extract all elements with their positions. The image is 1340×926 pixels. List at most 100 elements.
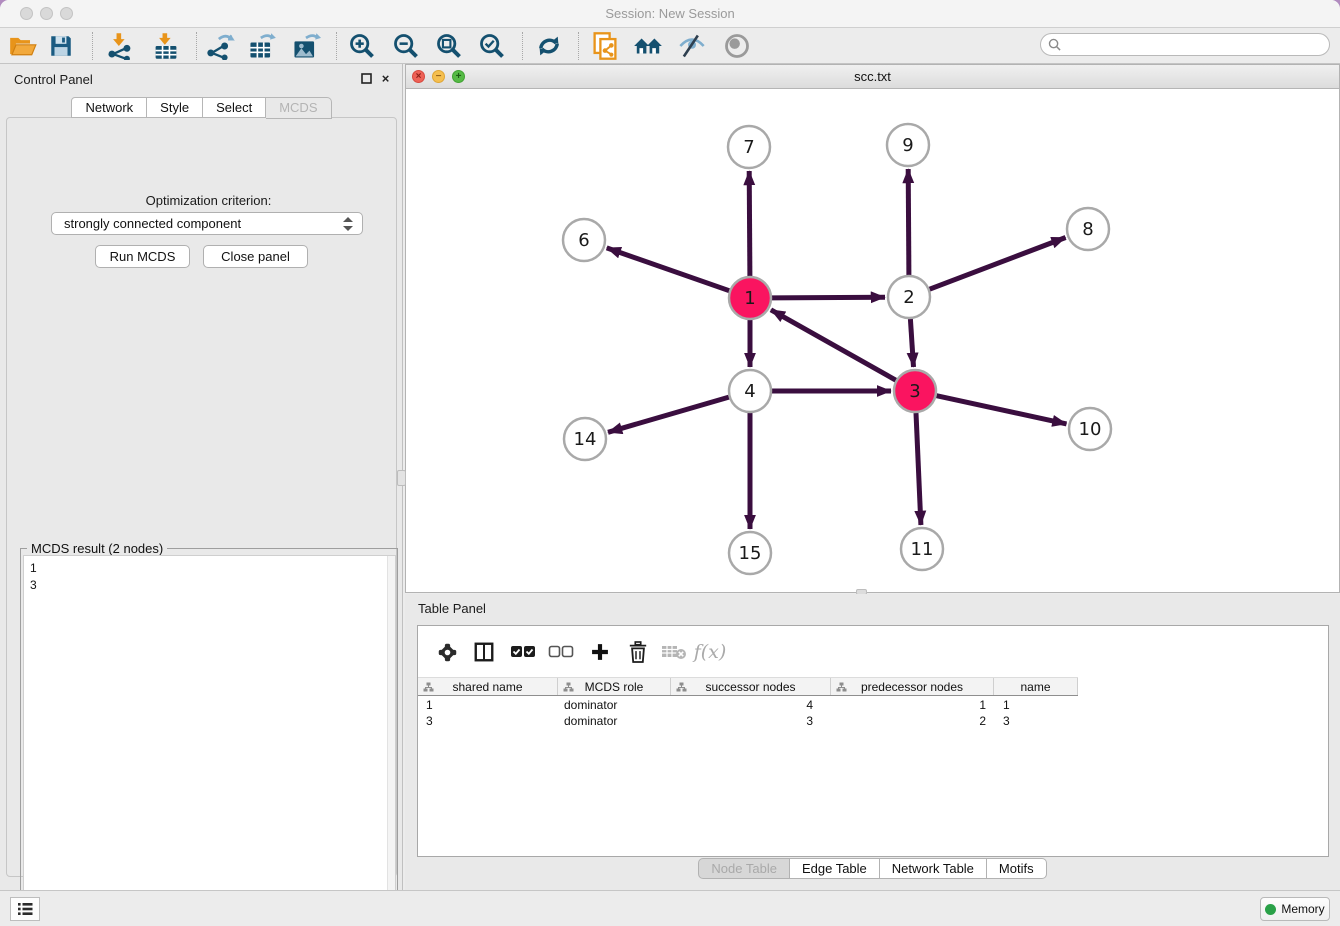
- search-field[interactable]: [1040, 33, 1330, 56]
- split-columns-icon[interactable]: [468, 636, 500, 668]
- mcds-result-title: MCDS result (2 nodes): [27, 541, 167, 556]
- graph-node[interactable]: 1: [729, 277, 771, 319]
- save-session-icon[interactable]: [44, 31, 78, 61]
- graph-node[interactable]: 4: [729, 370, 771, 412]
- table-row[interactable]: 1dominator411: [418, 697, 1328, 713]
- table-cell[interactable]: 1: [994, 697, 1078, 713]
- table-cell[interactable]: dominator: [558, 697, 671, 713]
- add-column-icon[interactable]: [584, 636, 616, 668]
- show-panels-icon[interactable]: [720, 31, 754, 61]
- close-panel-button[interactable]: Close panel: [203, 245, 308, 268]
- optimization-criterion-select[interactable]: strongly connected component: [51, 212, 363, 235]
- float-panel-icon[interactable]: [360, 72, 373, 85]
- table-cell[interactable]: 3: [671, 713, 831, 729]
- select-all-icon[interactable]: [507, 636, 539, 668]
- table-cell[interactable]: dominator: [558, 713, 671, 729]
- graph-node[interactable]: 10: [1069, 408, 1111, 450]
- graph-node[interactable]: 11: [901, 528, 943, 570]
- network-window-titlebar[interactable]: × − + scc.txt: [406, 65, 1339, 89]
- graph-node[interactable]: 7: [728, 126, 770, 168]
- control-panel: Control Panel × Optimization criterion: …: [0, 64, 403, 890]
- memory-button[interactable]: Memory: [1260, 897, 1330, 921]
- tab-node-table[interactable]: Node Table: [698, 858, 790, 879]
- vertical-splitter-handle[interactable]: [397, 470, 406, 486]
- open-session-icon[interactable]: [6, 31, 40, 61]
- mcds-result-group: MCDS result (2 nodes) 1 3: [20, 548, 398, 926]
- table-body: f(x) shared nameMCDS rolesuccessor nodes…: [417, 625, 1329, 857]
- svg-text:1: 1: [744, 288, 755, 309]
- tab-select[interactable]: Select: [203, 97, 266, 118]
- graph-edge[interactable]: [910, 319, 913, 367]
- table-cell[interactable]: 1: [831, 697, 994, 713]
- tab-network-table[interactable]: Network Table: [880, 858, 987, 879]
- graph-edge[interactable]: [908, 169, 909, 275]
- table-cell[interactable]: 2: [831, 713, 994, 729]
- deselect-all-icon[interactable]: [545, 636, 577, 668]
- zoom-fit-icon[interactable]: [432, 31, 466, 61]
- select-stepper-icon: [343, 216, 353, 232]
- graph-edge[interactable]: [916, 413, 921, 525]
- graph-edge[interactable]: [772, 297, 885, 298]
- graph-edge[interactable]: [930, 238, 1066, 290]
- table-cell[interactable]: 4: [671, 697, 831, 713]
- graph-node[interactable]: 2: [888, 276, 930, 318]
- mcds-result-text[interactable]: 1 3: [23, 555, 396, 926]
- svg-text:6: 6: [578, 230, 589, 251]
- table-cell[interactable]: 3: [994, 713, 1078, 729]
- tab-mcds[interactable]: MCDS: [266, 97, 331, 119]
- close-panel-icon[interactable]: ×: [379, 72, 392, 85]
- graph-node[interactable]: 8: [1067, 208, 1109, 250]
- tab-network[interactable]: Network: [71, 97, 147, 118]
- gear-icon[interactable]: [431, 636, 463, 668]
- graph-node[interactable]: 6: [563, 219, 605, 261]
- network-canvas[interactable]: 7 9 6 8 1 2 4 3 14 10 15 11: [406, 89, 1339, 592]
- search-input[interactable]: [1065, 38, 1315, 52]
- apply-layout-icon[interactable]: [532, 31, 566, 61]
- show-all-networks-icon[interactable]: [631, 31, 665, 61]
- column-header-successor-nodes[interactable]: successor nodes: [671, 678, 831, 695]
- svg-text:7: 7: [743, 137, 754, 158]
- graph-node[interactable]: 14: [564, 418, 606, 460]
- table-row[interactable]: 3dominator323: [418, 713, 1328, 729]
- task-history-button[interactable]: [10, 897, 40, 921]
- tab-style[interactable]: Style: [147, 97, 203, 118]
- toolbar-separator: [578, 32, 579, 60]
- hide-panels-icon[interactable]: [675, 31, 709, 61]
- graph-node[interactable]: 9: [887, 124, 929, 166]
- function-builder-icon[interactable]: f(x): [694, 636, 726, 668]
- zoom-in-icon[interactable]: [345, 31, 379, 61]
- column-header-predecessor-nodes[interactable]: predecessor nodes: [831, 678, 994, 695]
- graph-node[interactable]: 15: [729, 532, 771, 574]
- import-table-icon[interactable]: [149, 31, 183, 61]
- column-header-name[interactable]: name: [994, 678, 1078, 695]
- export-network-icon[interactable]: [203, 31, 237, 61]
- import-network-icon[interactable]: [103, 31, 137, 61]
- graph-edge[interactable]: [771, 310, 896, 380]
- graph-edge[interactable]: [937, 396, 1067, 424]
- graph-edge[interactable]: [608, 397, 729, 432]
- table-cell[interactable]: 3: [418, 713, 558, 729]
- delete-column-icon[interactable]: [622, 636, 654, 668]
- optimization-criterion-label: Optimization criterion:: [7, 193, 410, 208]
- export-table-icon[interactable]: [245, 31, 279, 61]
- delete-table-icon[interactable]: [658, 636, 690, 668]
- table-panel: Table Panel ×: [405, 594, 1340, 890]
- clone-network-icon[interactable]: [588, 31, 622, 61]
- graph-node[interactable]: 3: [894, 370, 936, 412]
- column-header-shared-name[interactable]: shared name: [418, 678, 558, 695]
- hierarchy-icon: [563, 682, 574, 693]
- graph-edge[interactable]: [749, 171, 750, 276]
- zoom-out-icon[interactable]: [389, 31, 423, 61]
- table-cell[interactable]: 1: [418, 697, 558, 713]
- run-mcds-button[interactable]: Run MCDS: [95, 245, 190, 268]
- graph-edge[interactable]: [607, 248, 730, 291]
- tab-motifs[interactable]: Motifs: [987, 858, 1047, 879]
- column-header-MCDS-role[interactable]: MCDS role: [558, 678, 671, 695]
- list-icon: [17, 902, 33, 916]
- tab-edge-table[interactable]: Edge Table: [790, 858, 880, 879]
- export-image-icon[interactable]: [289, 31, 323, 61]
- svg-text:4: 4: [744, 381, 755, 402]
- svg-text:2: 2: [903, 287, 914, 308]
- scrollbar[interactable]: [387, 556, 395, 926]
- zoom-selected-icon[interactable]: [475, 31, 509, 61]
